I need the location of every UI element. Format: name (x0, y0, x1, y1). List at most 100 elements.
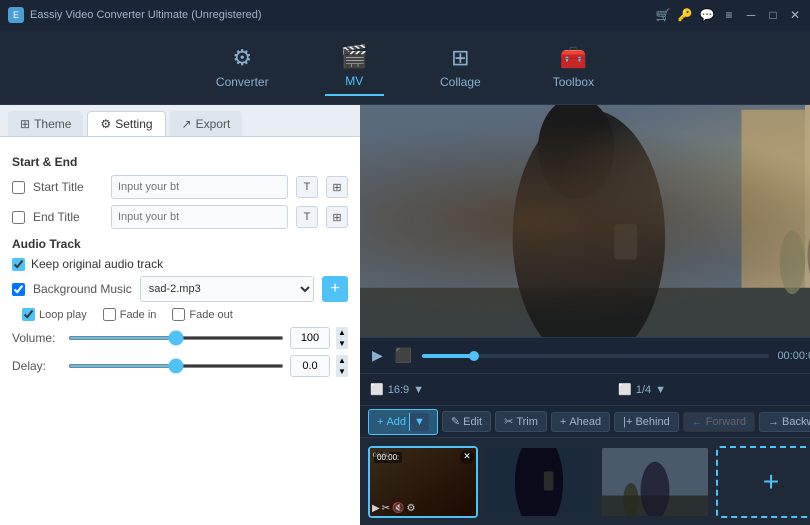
right-panel: ▶ ⬛ 00:00:02.02/00:00:45.00 🔊 ⬜ 16:9 ▼ ⬜… (360, 105, 810, 525)
progress-bar[interactable] (422, 354, 769, 358)
clip-play-icon: ▶ (372, 503, 380, 514)
delay-row: Delay: 0.0 ▲ ▼ (12, 355, 348, 377)
panel-tabs: ⊞ Theme ⚙ Setting ↗ Export (0, 105, 360, 137)
delay-slider[interactable] (68, 364, 284, 368)
delay-label: Delay: (12, 359, 62, 373)
panel-content: Start & End Start Title T ⊞ End Title T … (0, 137, 360, 525)
start-title-label: Start Title (33, 180, 103, 194)
behind-button[interactable]: |+ Behind (614, 412, 679, 432)
clip-3-thumbnail (602, 448, 708, 516)
cart-icon[interactable]: 🛒 (656, 8, 670, 22)
close-icon[interactable]: ✕ (788, 8, 802, 22)
ratio-icon: ⬜ (370, 383, 384, 396)
start-title-layout-icon[interactable]: ⊞ (326, 176, 348, 198)
add-button[interactable]: + Add ▼ (368, 409, 438, 435)
backward-button[interactable]: → Backward (759, 412, 810, 432)
forward-button[interactable]: ← Forward (683, 412, 755, 432)
timeline: + Add ▼ ✎ Edit ✂ Trim + Ahead |+ (360, 405, 810, 525)
keep-original-row: Keep original audio track (12, 257, 348, 271)
start-title-row: Start Title T ⊞ (12, 175, 348, 199)
video-controls-bar: ▶ ⬛ 00:00:02.02/00:00:45.00 🔊 (360, 337, 810, 373)
titlebar-left: E Eassiy Video Converter Ultimate (Unreg… (8, 7, 262, 23)
clip-3[interactable] (600, 446, 710, 518)
menu-icon[interactable]: ≡ (722, 8, 736, 22)
background-music-row: Background Music sad-2.mp3 + (12, 276, 348, 302)
left-panel: ⊞ Theme ⚙ Setting ↗ Export Start & End S… (0, 105, 360, 525)
loop-play-checkbox[interactable] (22, 308, 35, 321)
progress-fill (422, 354, 474, 358)
end-title-input[interactable] (111, 205, 288, 229)
clip-3-svg (602, 446, 708, 518)
end-title-checkbox[interactable] (12, 211, 25, 224)
clip-1-thumbnail: 00:00 ✕ ▶ ✂ 🔇 ⚙ (370, 448, 476, 516)
clip-2-svg (486, 446, 592, 518)
start-title-input[interactable] (111, 175, 288, 199)
tab-setting[interactable]: ⚙ Setting (87, 111, 165, 136)
fade-in-checkbox[interactable] (103, 308, 116, 321)
ahead-button[interactable]: + Ahead (551, 412, 610, 432)
delay-up-btn[interactable]: ▲ (336, 355, 348, 366)
maximize-icon[interactable]: □ (766, 8, 780, 22)
nav-collage[interactable]: ⊞ Collage (424, 39, 497, 95)
top-navigation: ⚙ Converter 🎬 MV ⊞ Collage 🧰 Toolbox (0, 30, 810, 105)
add-dropdown-arrow[interactable]: ▼ (409, 413, 429, 431)
background-music-checkbox[interactable] (12, 283, 25, 296)
clip-1[interactable]: 00:00 ✕ ▶ ✂ 🔇 ⚙ (368, 446, 478, 518)
clip-cut-icon: ✂ (382, 503, 390, 514)
video-preview-area (360, 105, 810, 337)
video-bottom-bar: ⬜ 16:9 ▼ ⬜ 1/4 ▼ Export (360, 373, 810, 405)
add-music-button[interactable]: + (322, 276, 348, 302)
nav-mv-label: MV (345, 74, 363, 88)
clip-2[interactable] (484, 446, 594, 518)
fade-out-label: Fade out (172, 308, 232, 321)
background-music-label: Background Music (33, 282, 132, 296)
audio-track-section-title: Audio Track (12, 237, 348, 251)
start-title-font-icon[interactable]: T (296, 176, 318, 198)
chat-icon[interactable]: 💬 (700, 8, 714, 22)
bg-music-dropdown[interactable]: sad-2.mp3 (140, 276, 314, 302)
key-icon[interactable]: 🔑 (678, 8, 692, 22)
nav-converter-label: Converter (216, 75, 269, 89)
titlebar: E Eassiy Video Converter Ultimate (Unreg… (0, 0, 810, 30)
toolbox-icon: 🧰 (560, 45, 587, 71)
edit-button[interactable]: ✎ Edit (442, 411, 491, 432)
keep-original-checkbox[interactable] (12, 258, 25, 271)
clip-row: 00:00 ✕ ▶ ✂ 🔇 ⚙ (360, 438, 810, 525)
nav-mv[interactable]: 🎬 MV (325, 38, 384, 96)
nav-converter[interactable]: ⚙ Converter (200, 39, 285, 95)
end-title-font-icon[interactable]: T (296, 206, 318, 228)
volume-up-btn[interactable]: ▲ (336, 327, 348, 338)
page-selector[interactable]: ⬜ 1/4 ▼ (618, 383, 666, 396)
forward-icon: ← (692, 416, 703, 428)
volume-input[interactable]: 100 (290, 327, 330, 349)
play-button[interactable]: ▶ (370, 345, 385, 366)
loop-play-label: Loop play (22, 308, 87, 321)
progress-thumb (469, 351, 479, 361)
page-icon: ⬜ (618, 383, 632, 396)
clip-1-close[interactable]: ✕ (460, 450, 474, 464)
video-frame (360, 105, 810, 337)
fade-out-checkbox[interactable] (172, 308, 185, 321)
stop-button[interactable]: ⬛ (393, 345, 414, 366)
delay-down-btn[interactable]: ▼ (336, 366, 348, 377)
add-clip-button[interactable]: + (716, 446, 810, 518)
tab-export[interactable]: ↗ Export (170, 111, 243, 136)
trim-button[interactable]: ✂ Trim (495, 411, 547, 432)
tab-theme[interactable]: ⊞ Theme (8, 111, 83, 136)
keep-original-label: Keep original audio track (31, 257, 163, 271)
video-svg (360, 105, 810, 337)
start-title-checkbox[interactable] (12, 181, 25, 194)
nav-collage-label: Collage (440, 75, 481, 89)
nav-toolbox[interactable]: 🧰 Toolbox (537, 39, 610, 95)
volume-slider[interactable] (68, 336, 284, 340)
volume-label: Volume: (12, 331, 62, 345)
edit-icon: ✎ (451, 415, 460, 428)
volume-down-btn[interactable]: ▼ (336, 338, 348, 349)
ratio-selector[interactable]: ⬜ 16:9 ▼ (370, 383, 424, 396)
playback-options-row: Loop play Fade in Fade out (22, 308, 348, 321)
minimize-icon[interactable]: ─ (744, 8, 758, 22)
delay-input[interactable]: 0.0 (290, 355, 330, 377)
mv-icon: 🎬 (341, 44, 368, 70)
end-title-layout-icon[interactable]: ⊞ (326, 206, 348, 228)
clip-1-controls: ▶ ✂ 🔇 ⚙ (372, 503, 416, 514)
